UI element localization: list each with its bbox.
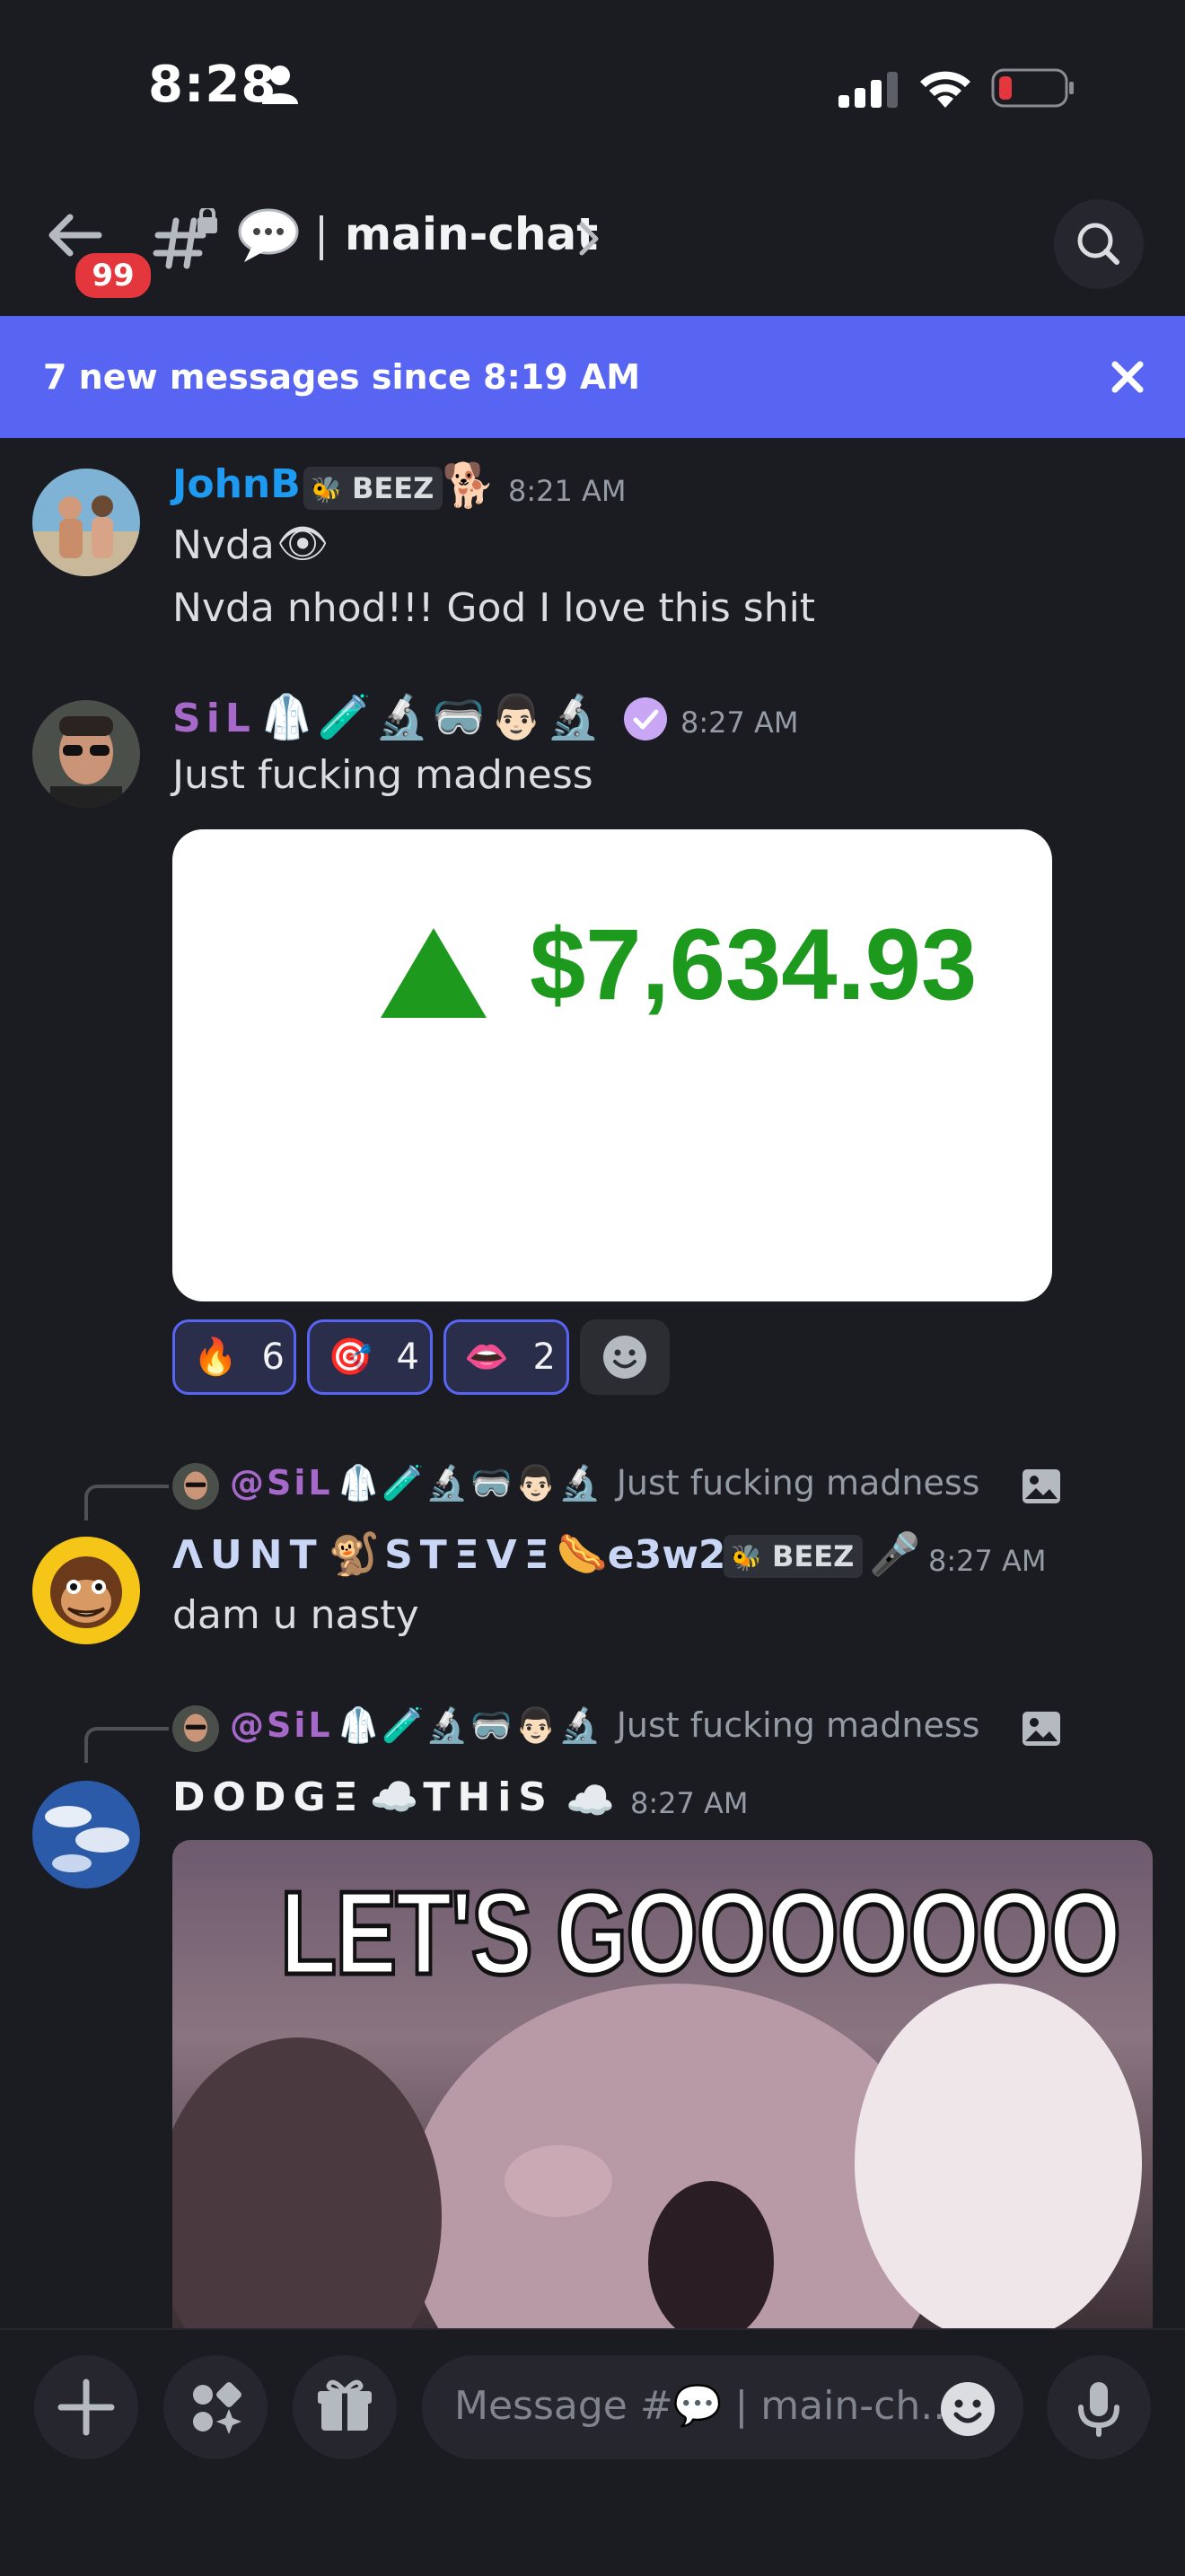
- microphone-emoji-icon: 🎤: [869, 1529, 921, 1578]
- username-text-part: STΞVΞ: [384, 1532, 557, 1578]
- speech-balloon-icon: [237, 208, 300, 267]
- bee-icon: 🐝: [731, 1543, 762, 1573]
- username-text-part: ΛUNT: [172, 1532, 324, 1578]
- scientist-emojis: 🥼🧪🔬🥽👨🏻🔬: [337, 1463, 603, 1503]
- smiley-icon: [941, 2382, 995, 2436]
- reply-avatar-sil: [172, 1463, 219, 1510]
- message-text: Nvda nhod!!! God I love this shit: [172, 585, 816, 631]
- placeholder-text: Message #: [454, 2383, 673, 2429]
- message-timestamp: 8:27 AM: [928, 1544, 1047, 1578]
- server-tag-label: BEEZ: [352, 471, 434, 505]
- search-icon: [1077, 223, 1119, 265]
- emoji-picker-button[interactable]: [939, 2380, 996, 2441]
- scientist-emojis: 🥼🧪🔬🥽👨🏻🔬: [259, 692, 604, 742]
- attached-image[interactable]: $7,634.93: [172, 829, 1052, 1301]
- close-icon[interactable]: [1110, 359, 1146, 399]
- username-text-part: THiS: [423, 1774, 554, 1820]
- person-icon: [262, 65, 298, 108]
- reply-text: Just fucking madness: [616, 1705, 980, 1745]
- speech-balloon-icon: 💬: [672, 2383, 723, 2429]
- cellular-signal-icon: [838, 72, 900, 111]
- plus-icon: [57, 2379, 115, 2436]
- smiley-add-icon: [603, 1336, 646, 1379]
- message-text: dam u nasty: [172, 1592, 419, 1638]
- up-triangle-icon: [381, 928, 487, 1018]
- server-tag-beez[interactable]: 🐝 BEEZ: [724, 1535, 864, 1578]
- attached-gif[interactable]: LET'S GOOOOOOO: [172, 1840, 1153, 2330]
- username-text-part: DODGΞ: [172, 1774, 365, 1820]
- username-aunt-steve[interactable]: ΛUNT 🐒 STΞVΞ🌭e3w2: [172, 1529, 725, 1579]
- new-messages-text: 7 new messages since 8:19 AM: [43, 357, 641, 397]
- cloud-icon: ☁️: [369, 1774, 419, 1820]
- username-sil[interactable]: SiL 🥼🧪🔬🥽👨🏻🔬: [172, 691, 604, 742]
- add-reaction-button[interactable]: [580, 1319, 670, 1395]
- username-dodge-this[interactable]: DODGΞ ☁️ THiS: [172, 1774, 554, 1820]
- hotdog-icon: 🌭: [556, 1529, 608, 1578]
- cloud-icon: ☁️: [566, 1778, 615, 1824]
- message-text: Nvda: [172, 522, 275, 568]
- reaction-count: 2: [532, 1336, 556, 1378]
- gift-icon: [318, 2379, 372, 2431]
- gift-button[interactable]: [293, 2355, 397, 2459]
- message-timestamp: 8:27 AM: [680, 705, 799, 740]
- apps-icon: [193, 2382, 241, 2434]
- eye-icon: 👁: [276, 519, 329, 567]
- username-johnb[interactable]: JohnB: [172, 461, 301, 507]
- reply-connector: [84, 1485, 169, 1520]
- text-channel-locked-icon: [153, 206, 219, 275]
- header-divider: [320, 215, 323, 260]
- username-text: SiL: [172, 696, 256, 741]
- status-time: 8:28: [148, 56, 277, 114]
- message-placeholder: Message #💬 | main-ch..: [454, 2382, 945, 2429]
- message-timestamp: 8:21 AM: [508, 474, 627, 508]
- scientist-emojis: 🥼🧪🔬🥽👨🏻🔬: [337, 1705, 603, 1745]
- avatar-johnb[interactable]: [32, 469, 140, 576]
- reaction-lips[interactable]: 👄 2: [443, 1319, 569, 1395]
- avatar-aunt-steve[interactable]: [32, 1537, 140, 1644]
- microphone-icon: [1078, 2382, 1119, 2437]
- avatar-sil[interactable]: [32, 700, 140, 808]
- username-text-part: e3w2: [607, 1532, 726, 1578]
- reply-text: Just fucking madness: [616, 1463, 980, 1503]
- avatar-dodge-this[interactable]: [32, 1781, 140, 1888]
- reply-preview[interactable]: @SiL 🥼🧪🔬🥽👨🏻🔬 Just fucking madness: [230, 1463, 979, 1503]
- apps-button[interactable]: [163, 2355, 268, 2459]
- wifi-icon: [917, 66, 973, 111]
- bee-icon: 🐝: [311, 475, 342, 504]
- reply-preview[interactable]: @SiL 🥼🧪🔬🥽👨🏻🔬 Just fucking madness: [230, 1705, 979, 1746]
- fire-icon: 🔥: [193, 1336, 238, 1378]
- image-icon: [1022, 1468, 1061, 1508]
- gif-caption: LET'S GOOOOOOO: [278, 1865, 1123, 2002]
- placeholder-text: | main-ch..: [734, 2383, 946, 2429]
- verified-badge-icon: [621, 695, 670, 747]
- server-tag-beez[interactable]: 🐝 BEEZ: [303, 467, 443, 510]
- monkey-icon: 🐒: [328, 1529, 380, 1578]
- reply-username: @SiL: [230, 1705, 333, 1745]
- reaction-dart[interactable]: 🎯 4: [307, 1319, 433, 1395]
- lips-icon: 👄: [464, 1336, 509, 1378]
- reply-username: @SiL: [230, 1463, 333, 1503]
- add-attachment-button[interactable]: [34, 2355, 138, 2459]
- reply-connector: [84, 1727, 169, 1763]
- reaction-fire[interactable]: 🔥 6: [172, 1319, 296, 1395]
- message-timestamp: 8:27 AM: [630, 1786, 749, 1820]
- unread-count-badge: 99: [72, 250, 154, 302]
- message-text: Just fucking madness: [172, 752, 593, 798]
- image-icon: [1022, 1711, 1061, 1750]
- chevron-right-icon[interactable]: [578, 221, 600, 260]
- reaction-count: 4: [396, 1336, 419, 1378]
- reaction-count: 6: [261, 1336, 285, 1378]
- server-tag-label: BEEZ: [772, 1539, 855, 1573]
- battery-low-icon: [991, 68, 1075, 111]
- price-gain-text: $7,634.93: [530, 908, 978, 1021]
- channel-name[interactable]: main-chat: [345, 208, 598, 260]
- voice-message-button[interactable]: [1047, 2355, 1151, 2459]
- direct-hit-icon: 🎯: [328, 1336, 373, 1378]
- reply-avatar-sil: [172, 1705, 219, 1752]
- doge-sunglasses-icon: 🐕: [442, 460, 496, 511]
- search-button[interactable]: [1054, 199, 1144, 289]
